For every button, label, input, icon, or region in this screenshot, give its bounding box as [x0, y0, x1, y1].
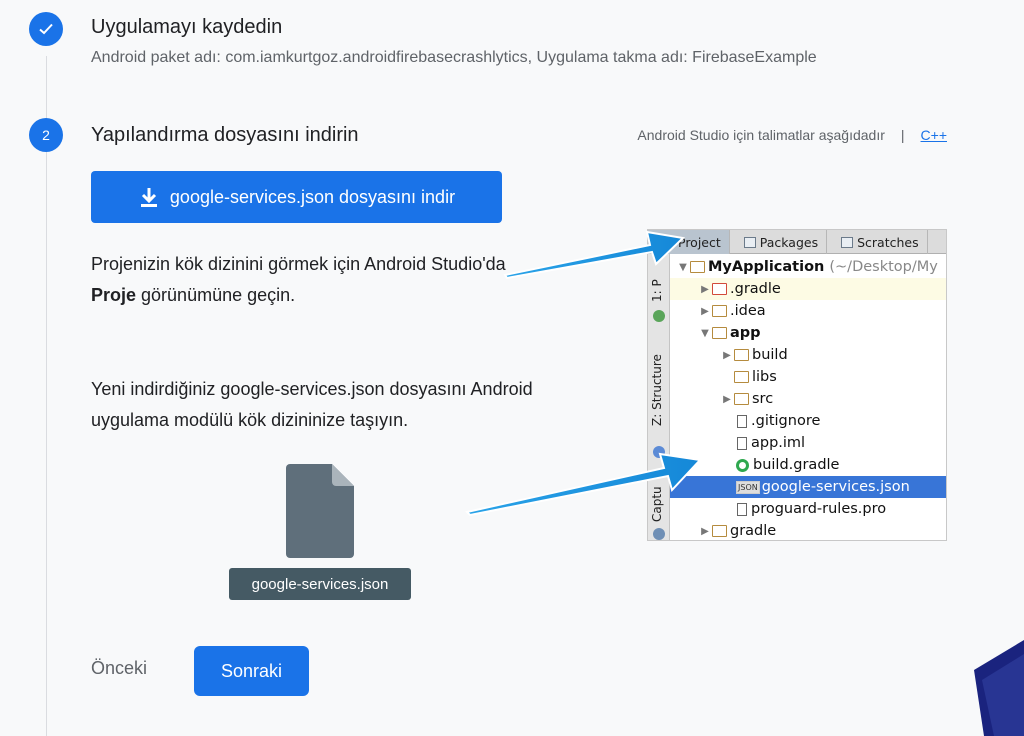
tree-row-label: .idea — [730, 303, 766, 319]
ide-tab-bar: Project Packages Scratches — [648, 230, 946, 254]
tree-row-build: ▶ build — [670, 344, 946, 366]
check-icon — [39, 23, 53, 35]
folder-icon — [734, 393, 749, 405]
side-label-project: 1: P — [650, 279, 664, 302]
tab-label: Project — [678, 234, 721, 250]
tree-row-label: .gitignore — [751, 413, 821, 429]
tree-row-myapplication: ▼ MyApplication (~/Desktop/My — [670, 256, 946, 278]
tree-row-app-iml: app.iml — [670, 432, 946, 454]
collapsed-arrow-icon: ▶ — [723, 349, 731, 361]
tree-row-proguard-rules-pro: proguard-rules.pro — [670, 498, 946, 520]
expanded-arrow-icon: ▼ — [679, 261, 687, 273]
next-button[interactable]: Sonraki — [194, 646, 309, 696]
step-2-badge: 2 — [29, 118, 63, 152]
tree-row-gradle: ▶ .gradle — [670, 278, 946, 300]
download-config-button[interactable]: google-services.json dosyasını indir — [91, 171, 502, 223]
tree-row-build-gradle: build.gradle — [670, 454, 946, 476]
step-rail — [46, 56, 47, 736]
project-icon — [662, 236, 674, 248]
tree-row-gradle: ▶ gradle — [670, 520, 946, 540]
tree-row-label: build.gradle — [753, 457, 840, 473]
tree-row-google-services-json: JSON google-services.json — [670, 476, 946, 498]
project-view-instruction: Projenizin kök dizinini görmek için Andr… — [91, 249, 511, 311]
move-file-instruction: Yeni indirdiğiniz google-services.json d… — [91, 379, 533, 430]
tree-row-src: ▶ src — [670, 388, 946, 410]
folder-icon — [734, 371, 749, 383]
tab-label: Packages — [759, 234, 819, 250]
instruction-bold: Proje — [91, 285, 137, 305]
instruction-text: Projenizin kök dizinini görmek için Andr… — [91, 254, 506, 274]
folder-icon — [712, 525, 727, 537]
file-icon — [737, 414, 747, 428]
gradle-icon — [736, 458, 749, 472]
expanded-arrow-icon: ▼ — [701, 327, 709, 339]
ide-tab-project: Project — [648, 230, 730, 254]
collapsed-arrow-icon: ▶ — [723, 393, 731, 405]
decorative-corner-shape — [974, 640, 1024, 736]
tab-label: Scratches — [857, 234, 919, 250]
collapsed-arrow-icon: ▶ — [701, 283, 709, 295]
tree-row-label: proguard-rules.pro — [751, 501, 887, 517]
ide-side-strip: 1: P Z: Structure Captu — [648, 254, 670, 540]
file-name-chip: google-services.json — [229, 568, 411, 600]
download-icon — [138, 186, 160, 208]
module-folder-icon — [712, 327, 727, 339]
scratches-icon — [841, 236, 854, 248]
tree-row-idea: ▶ .idea — [670, 300, 946, 322]
folder-icon — [734, 349, 749, 361]
instruction-text-end: görünümüne geçin. — [136, 285, 296, 305]
module-folder-icon — [690, 261, 705, 273]
cpp-link[interactable]: C++ — [921, 127, 947, 143]
side-label-captures: Captu — [650, 486, 664, 522]
instructions-text: Android Studio için talimatlar aşağıdadı… — [637, 127, 885, 143]
collapsed-arrow-icon: ▶ — [701, 305, 709, 317]
tree-row-label: google-services.json — [761, 479, 910, 495]
step-1-complete-badge — [29, 12, 63, 46]
project-tree: ▼ MyApplication (~/Desktop/My ▶ .gradle ▶ .ide… — [670, 254, 946, 540]
tree-row-label: .gradle — [730, 281, 781, 297]
tree-row-label: src — [752, 391, 774, 407]
step-1-subtitle: Android paket adı: com.iamkurtgoz.androi… — [91, 49, 817, 66]
android-icon — [653, 310, 665, 322]
captures-icon — [653, 528, 665, 540]
side-label-structure: Z: Structure — [650, 354, 664, 426]
tree-row-label: MyApplication — [708, 259, 825, 275]
folder-icon — [712, 305, 727, 317]
download-button-label: google-services.json dosyasını indir — [169, 186, 456, 207]
json-icon: JSON — [736, 480, 760, 494]
tree-row-gitignore: .gitignore — [670, 410, 946, 432]
tree-row-libs: libs — [670, 366, 946, 388]
tree-row-label: libs — [752, 369, 777, 385]
structure-icon — [653, 446, 665, 458]
ide-tab-scratches: Scratches — [827, 230, 928, 254]
tree-row-label: app.iml — [751, 435, 806, 451]
file-icon — [286, 464, 354, 558]
file-icon — [737, 502, 747, 516]
collapsed-arrow-icon: ▶ — [701, 525, 709, 537]
android-studio-screenshot: Project Packages Scratches 1: P Z: Struc… — [647, 229, 947, 541]
tree-row-label: build — [752, 347, 788, 363]
platform-instructions: Android Studio için talimatlar aşağıdadı… — [637, 127, 947, 143]
tree-row-label: app — [730, 325, 761, 341]
previous-button[interactable]: Önceki — [91, 658, 147, 679]
ide-tab-packages: Packages — [730, 230, 828, 254]
tree-row-app: ▼ app — [670, 322, 946, 344]
tree-row-label: gradle — [730, 523, 777, 539]
folder-icon — [712, 283, 727, 295]
separator: | — [900, 127, 905, 143]
step-1-title: Uygulamayı kaydedin — [91, 16, 283, 38]
file-icon — [737, 436, 747, 450]
tree-row-path: (~/Desktop/My — [829, 259, 938, 275]
packages-icon — [743, 236, 756, 248]
step-2-title: Yapılandırma dosyasını indirin — [91, 124, 359, 146]
